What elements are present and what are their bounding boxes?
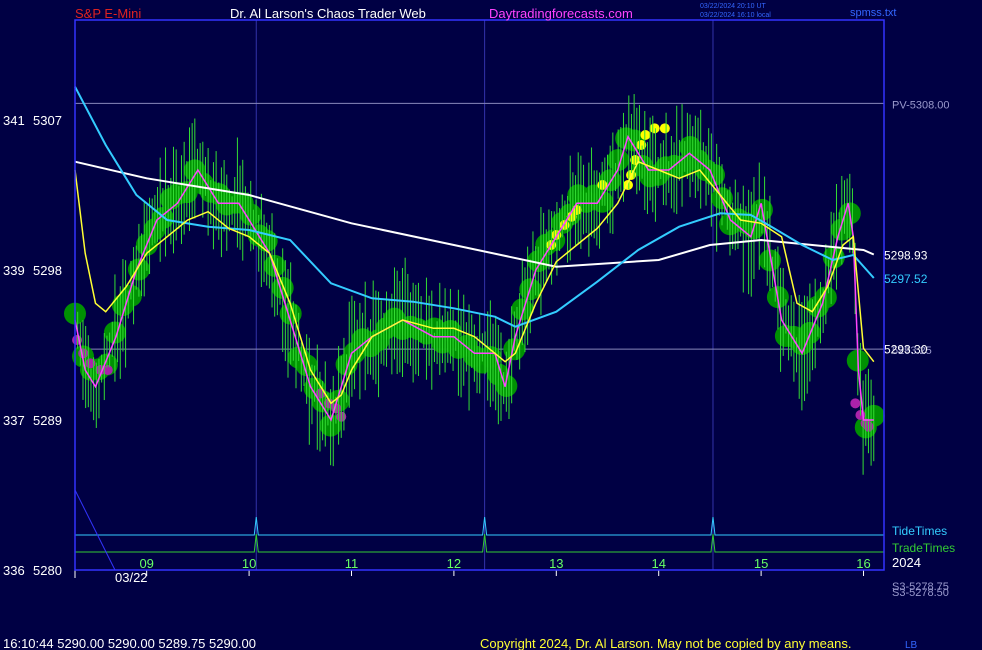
y-tick-price: 5280 <box>33 563 62 578</box>
instrument-title: S&P E-Mini <box>75 6 141 21</box>
timestamp-ut: 03/22/2024 20:10 UT <box>700 3 766 10</box>
x-tick-label: 11 <box>345 556 359 571</box>
x-tick-label: 15 <box>754 556 768 571</box>
right-value-cyan: 5297.52 <box>884 272 928 286</box>
x-tick-label: 10 <box>242 556 256 571</box>
footer-status: 16:10:44 5290.00 5290.00 5289.75 5290.00 <box>3 636 256 650</box>
y-tick-price: 5307 <box>33 113 62 128</box>
chaos-chart: PV-5308.005293.25S3-5278.75S3-5278.50341… <box>0 0 982 650</box>
x-tick-label: 14 <box>651 556 665 571</box>
site-title: Dr. Al Larson's Chaos Trader Web <box>230 6 426 21</box>
right-value-white: 5298.93 <box>884 249 928 263</box>
level-label: PV-5308.00 <box>892 99 950 111</box>
y-tick-price: 5298 <box>33 263 62 278</box>
x-tick-label: 09 <box>139 556 153 571</box>
footer-copyright: Copyright 2024, Dr. Al Larson. May not b… <box>480 636 851 650</box>
x-tick-label: 12 <box>447 556 461 571</box>
y-tick-left: 341 <box>3 113 25 128</box>
trade-times-label: TradeTimes <box>892 541 955 555</box>
right-value-yellow: 5293.30 <box>884 342 928 356</box>
y-tick-left: 339 <box>3 263 25 278</box>
level-label: S3-5278.50 <box>892 587 949 599</box>
year-label: 2024 <box>892 555 921 570</box>
site-url[interactable]: Daytradingforecasts.com <box>489 6 633 21</box>
yellow-dot <box>659 123 670 134</box>
footer-corner: LB <box>905 640 918 650</box>
yellow-dot <box>640 130 651 140</box>
yellow-dot <box>649 123 660 134</box>
tide-times-label: TideTimes <box>892 524 947 538</box>
x-tick-label: 16 <box>856 556 870 571</box>
filename-label: spmss.txt <box>850 7 896 19</box>
magenta-dot <box>850 398 861 409</box>
y-tick-left: 337 <box>3 413 25 428</box>
y-tick-price: 5289 <box>33 413 62 428</box>
date-label: 03/22 <box>115 570 148 585</box>
x-tick-label: 13 <box>549 556 563 571</box>
timestamp-local: 03/22/2024 16:10 local <box>700 12 771 19</box>
y-tick-left: 336 <box>3 563 25 578</box>
